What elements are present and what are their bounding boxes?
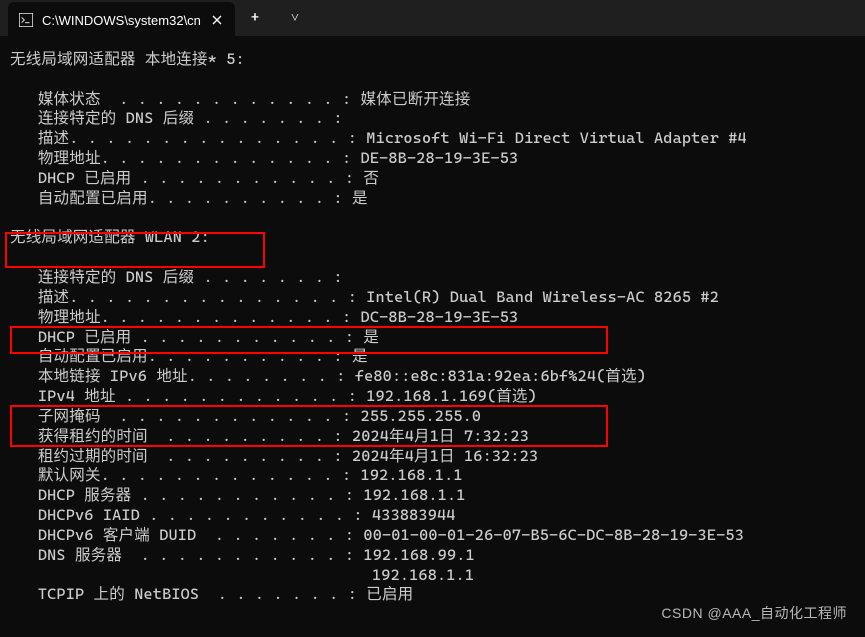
terminal-line: DHCP 已启用 . . . . . . . . . . . : 是 bbox=[10, 328, 855, 348]
terminal-line bbox=[10, 70, 855, 90]
terminal-line: 子网掩码 . . . . . . . . . . . . : 255.255.2… bbox=[10, 407, 855, 427]
terminal-line: 获得租约的时间 . . . . . . . . . : 2024年4月1日 7:… bbox=[10, 427, 855, 447]
tab-title: C:\WINDOWS\system32\cn bbox=[42, 13, 201, 28]
terminal-line: DHCP 服务器 . . . . . . . . . . . : 192.168… bbox=[10, 486, 855, 506]
terminal-line: 租约过期的时间 . . . . . . . . . : 2024年4月1日 16… bbox=[10, 447, 855, 467]
terminal-icon bbox=[18, 12, 34, 28]
terminal-line bbox=[10, 209, 855, 229]
terminal-line: DHCP 已启用 . . . . . . . . . . . : 否 bbox=[10, 169, 855, 189]
close-tab-button[interactable] bbox=[209, 12, 225, 28]
terminal-line: DHCPv6 客户端 DUID . . . . . . . : 00-01-00… bbox=[10, 526, 855, 546]
terminal-line: 连接特定的 DNS 后缀 . . . . . . . : bbox=[10, 109, 855, 129]
terminal-tab[interactable]: C:\WINDOWS\system32\cn bbox=[8, 2, 235, 38]
terminal-line: 自动配置已启用. . . . . . . . . . : 是 bbox=[10, 347, 855, 367]
terminal-output[interactable]: 无线局域网适配器 本地连接* 5: 媒体状态 . . . . . . . . .… bbox=[0, 36, 865, 615]
window-titlebar: C:\WINDOWS\system32\cn + ˅ bbox=[0, 0, 865, 36]
terminal-line: 无线局域网适配器 WLAN 2: bbox=[10, 228, 855, 248]
terminal-line: DHCPv6 IAID . . . . . . . . . . . : 4338… bbox=[10, 506, 855, 526]
terminal-line: 描述. . . . . . . . . . . . . . . : Intel(… bbox=[10, 288, 855, 308]
terminal-line: 描述. . . . . . . . . . . . . . . : Micros… bbox=[10, 129, 855, 149]
terminal-line: 媒体状态 . . . . . . . . . . . . : 媒体已断开连接 bbox=[10, 90, 855, 110]
terminal-line: 无线局域网适配器 本地连接* 5: bbox=[10, 50, 855, 70]
terminal-line: 默认网关. . . . . . . . . . . . . : 192.168.… bbox=[10, 466, 855, 486]
new-tab-button[interactable]: + bbox=[235, 2, 275, 34]
terminal-line: IPv4 地址 . . . . . . . . . . . . : 192.16… bbox=[10, 387, 855, 407]
terminal-line: 物理地址. . . . . . . . . . . . . : DE-8B-28… bbox=[10, 149, 855, 169]
terminal-line: 自动配置已启用. . . . . . . . . . : 是 bbox=[10, 189, 855, 209]
terminal-line bbox=[10, 248, 855, 268]
terminal-line: 连接特定的 DNS 后缀 . . . . . . . : bbox=[10, 268, 855, 288]
watermark: CSDN @AAA_自动化工程师 bbox=[661, 603, 847, 623]
tab-dropdown-button[interactable]: ˅ bbox=[275, 2, 315, 34]
terminal-line: 本地链接 IPv6 地址. . . . . . . . : fe80::e8c:… bbox=[10, 367, 855, 387]
terminal-line: 物理地址. . . . . . . . . . . . . : DC-8B-28… bbox=[10, 308, 855, 328]
terminal-line: DNS 服务器 . . . . . . . . . . . : 192.168.… bbox=[10, 546, 855, 566]
terminal-line: 192.168.1.1 bbox=[10, 566, 855, 586]
